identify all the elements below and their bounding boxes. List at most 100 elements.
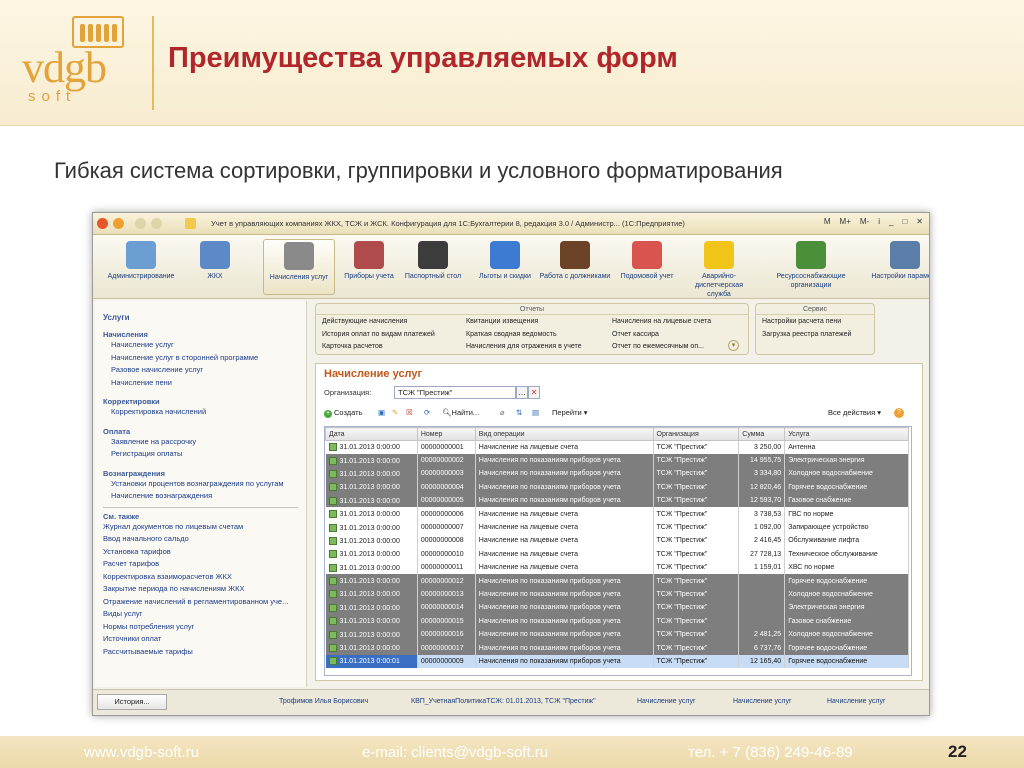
ribbon-section-8[interactable]: Подомовой учет	[611, 239, 683, 281]
memory-m-button[interactable]: M	[822, 217, 833, 226]
table-row[interactable]: 31.01.2013 0:00:00 00000000006 Начисление …	[325, 507, 909, 521]
sidebar-link[interactable]: Заявление на рассрочку	[103, 436, 298, 449]
ribbon-section-7[interactable]: Работа с должниками	[539, 239, 611, 281]
ribbon-section-4[interactable]: Приборы учета	[333, 239, 405, 281]
cancel-search-icon[interactable]: ⌀	[500, 408, 505, 417]
table-row[interactable]: 31.01.2013 0:00:00 00000000003 Начисления …	[325, 467, 909, 481]
maximize-button[interactable]: □	[900, 217, 909, 226]
column-header[interactable]: Организация	[652, 427, 740, 441]
report-link[interactable]: Отчет кассира	[612, 329, 711, 342]
table-row[interactable]: 31.01.2013 0:00:00 00000000016 Начисления …	[325, 627, 909, 642]
sidebar-link[interactable]: Корректировка начислений	[103, 406, 298, 419]
back-arrow-icon[interactable]	[135, 218, 146, 229]
help-icon[interactable]: ?	[894, 408, 904, 418]
see-also-link[interactable]: Виды услуг	[103, 608, 298, 621]
column-header[interactable]: Услуга	[784, 427, 909, 441]
see-also-link[interactable]: Ввод начального сальдо	[103, 533, 298, 546]
app-logo-icon[interactable]	[97, 218, 108, 229]
goto-menu[interactable]: Перейти ▾	[552, 408, 588, 417]
edit-pencil-icon[interactable]: ✎	[392, 408, 398, 417]
sort-icon[interactable]: ⇅	[516, 408, 522, 417]
table-row[interactable]: 31.01.2013 0:00:00 00000000007 Начисление …	[325, 520, 909, 535]
status-item[interactable]: Трофимов Илья Борисович	[279, 698, 368, 705]
column-header[interactable]: Вид операции	[474, 427, 654, 441]
close-icon[interactable]: ✕	[914, 217, 925, 226]
all-actions-menu[interactable]: Все действия ▾	[828, 408, 881, 417]
sidebar-link[interactable]: Начисление пени	[103, 377, 298, 390]
status-item[interactable]: Начисление услуг	[637, 698, 696, 705]
table-row[interactable]: 31.01.2013 0:00:00 00000000012 Начисления …	[325, 574, 909, 588]
report-link[interactable]: Квитанции извещения	[466, 316, 582, 329]
find-button[interactable]: 🔍︎Найти...	[442, 408, 479, 417]
info-icon[interactable]: i	[876, 217, 882, 226]
org-select-button[interactable]: …	[516, 386, 528, 399]
sidebar-link[interactable]: Начисление услуг в сторонней программе	[103, 352, 298, 365]
copy-icon[interactable]: ▣	[378, 408, 385, 417]
report-link[interactable]: Действующие начисления	[322, 316, 435, 329]
report-link[interactable]: Начисления на лицевые счета	[612, 316, 711, 329]
print-icon[interactable]: ▤	[532, 408, 539, 417]
status-item[interactable]: Начисление услуг	[827, 698, 886, 705]
report-link[interactable]: Карточка расчетов	[322, 341, 435, 354]
expand-chevron-icon[interactable]: ▾	[728, 340, 739, 351]
ribbon-section-1[interactable]: Администрирование	[105, 239, 177, 281]
table-row[interactable]: 31.01.2013 0:00:00 00000000001 Начисление …	[325, 440, 909, 454]
ribbon-section-2[interactable]: ЖКХ	[179, 239, 251, 281]
org-clear-button[interactable]: ✕	[528, 386, 540, 399]
column-header[interactable]: Сумма	[738, 427, 786, 441]
see-also-link[interactable]: Установка тарифов	[103, 546, 298, 559]
column-header[interactable]: Дата	[325, 427, 418, 441]
report-link[interactable]: Начисления для отражения в учете	[466, 341, 582, 354]
see-also-link[interactable]: Источники оплат	[103, 633, 298, 646]
forward-arrow-icon[interactable]	[151, 218, 162, 229]
sidebar-link[interactable]: Установки процентов вознаграждения по ус…	[103, 478, 298, 491]
ribbon-section-9[interactable]: Аварийно-диспетчерская служба	[683, 239, 755, 299]
table-row[interactable]: 31.01.2013 0:00:00 00000000004 Начисления …	[325, 480, 909, 495]
status-item[interactable]: КВП_УчетнаяПолитикаТСЖ: 01.01.2013, ТСЖ …	[411, 698, 596, 705]
see-also-link[interactable]: Отражение начислений в регламентированно…	[103, 596, 298, 609]
report-link[interactable]: Краткая сводная ведомость	[466, 329, 582, 342]
table-row[interactable]: 31.01.2013 0:00:00 00000000008 Начисление …	[325, 534, 909, 548]
org-field[interactable]: ТСЖ "Престиж"	[394, 386, 516, 399]
favorites-star-icon[interactable]	[185, 218, 196, 229]
table-row[interactable]: 31.01.2013 0:00:00 00000000014 Начисления …	[325, 601, 909, 615]
table-row[interactable]: 31.01.2013 0:00:00 00000000011 Начисление …	[325, 561, 909, 575]
column-header[interactable]: Номер	[416, 427, 476, 441]
table-row[interactable]: 31.01.2013 0:00:00 00000000005 Начисления …	[325, 494, 909, 508]
see-also-link[interactable]: Рассчитываемые тарифы	[103, 646, 298, 659]
table-row[interactable]: 31.01.2013 0:00:00 00000000015 Начисления …	[325, 614, 909, 628]
report-link[interactable]: Загрузка реестра платежей	[762, 329, 851, 342]
table-row[interactable]: 31.01.2013 0:00:00 00000000010 Начисление …	[325, 547, 909, 562]
ribbon-section-5[interactable]: Паспортный стол	[397, 239, 469, 281]
report-link[interactable]: Отчет по ежемесячным оп...	[612, 341, 711, 354]
report-link[interactable]: История оплат по видам платежей	[322, 329, 435, 342]
table-row[interactable]: 31.01.2013 0:00:00 00000000013 Начисления …	[325, 587, 909, 602]
ribbon-section-3[interactable]: Начисления услуг	[263, 239, 335, 295]
table-row[interactable]: 31.01.2013 0:00:00 00000000002 Начисления …	[325, 453, 909, 468]
table-row[interactable]: 31.01.2013 0:00:00 00000000017 Начисления …	[325, 641, 909, 655]
delete-mark-icon[interactable]: ☒	[406, 408, 413, 417]
minimize-button[interactable]: _	[887, 217, 895, 226]
see-also-link[interactable]: Закрытие периода по начислениям ЖКХ	[103, 583, 298, 596]
see-also-link[interactable]: Журнал документов по лицевым счетам	[103, 521, 298, 534]
menu-icon[interactable]	[113, 218, 124, 229]
footer-site-link[interactable]: www.vdgb-soft.ru	[84, 744, 199, 761]
table-row[interactable]: 31.01.2013 0:00:01 00000000009 Начисления …	[325, 654, 909, 669]
ribbon-section-6[interactable]: Льготы и скидки	[469, 239, 541, 281]
footer-email[interactable]: e-mail: clients@vdgb-soft.ru	[362, 744, 548, 761]
see-also-link[interactable]: Расчет тарифов	[103, 558, 298, 571]
sidebar-link[interactable]: Начисление вознаграждения	[103, 490, 298, 503]
sidebar-link[interactable]: Разовое начисление услуг	[103, 364, 298, 377]
status-item[interactable]: Начисление услуг	[733, 698, 792, 705]
sidebar-link[interactable]: Регистрация оплаты	[103, 448, 298, 461]
create-button[interactable]: + Создать	[324, 408, 363, 418]
ribbon-section-11[interactable]: Настройки параметр	[869, 239, 929, 281]
history-button[interactable]: История...	[97, 694, 167, 710]
report-link[interactable]: Настройки расчета пени	[762, 316, 851, 329]
post-document-icon[interactable]: ⟳	[424, 408, 430, 417]
ribbon-section-10[interactable]: Ресурсоснабжающие организации	[775, 239, 847, 290]
see-also-link[interactable]: Корректировка взаиморасчетов ЖКХ	[103, 571, 298, 584]
sidebar-link[interactable]: Начисление услуг	[103, 339, 298, 352]
memory-minus-button[interactable]: M-	[858, 217, 871, 226]
see-also-link[interactable]: Нормы потребления услуг	[103, 621, 298, 634]
